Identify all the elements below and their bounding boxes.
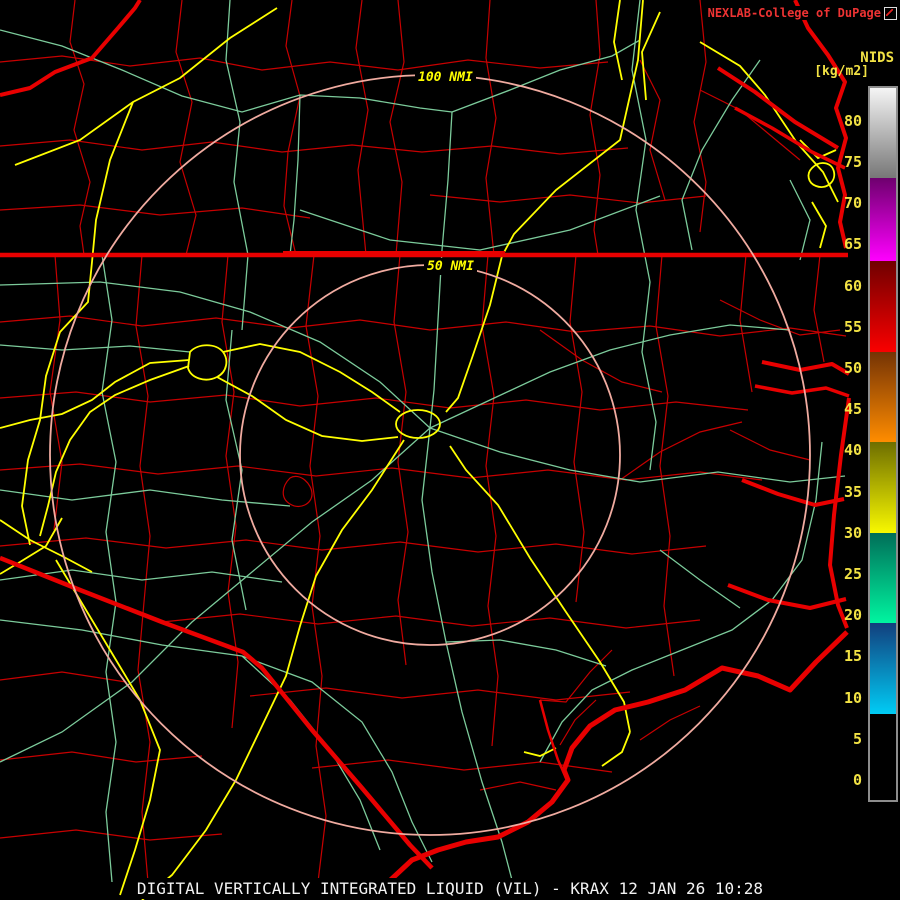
range-rings [49, 74, 811, 836]
range-ring-100nmi [49, 74, 811, 836]
colorbar-tick-15: 15 [843, 647, 862, 666]
colorbar-tick-10: 10 [843, 688, 862, 707]
colorbar [868, 86, 898, 802]
colorbar-tick-25: 25 [843, 565, 862, 583]
range-ring-label-100nmi: 100 NMI [415, 69, 476, 86]
state-borders [0, 251, 848, 870]
product-caption: DIGITAL VERTICALLY INTEGRATED LIQUID (VI… [132, 878, 768, 899]
range-ring-label-50nmi: 50 NMI [424, 258, 477, 275]
colorbar-tick-40: 40 [843, 441, 862, 460]
colorbar-tick-70: 70 [843, 194, 862, 213]
colorbar-tick-labels: 80 75 70 65 60 55 50 45 40 35 30 25 20 15 10 5 0 [836, 0, 866, 900]
rivers-coastline [0, 0, 851, 888]
colorbar-tick-60: 60 [843, 276, 862, 295]
county-boundaries [0, 0, 847, 883]
us-highways [0, 0, 846, 883]
colorbar-tick-20: 20 [843, 606, 862, 625]
colorbar-segment [870, 260, 896, 352]
colorbar-tick-0: 0 [852, 771, 862, 789]
colorbar-segment [870, 442, 896, 533]
colorbar-segment [870, 178, 896, 261]
interstate-highways [0, 0, 839, 900]
college-of-dupage-flag-icon [884, 6, 897, 20]
colorbar-segment [870, 623, 896, 715]
colorbar-tick-65: 65 [843, 235, 862, 254]
colorbar-segment [870, 532, 896, 624]
base-map [0, 0, 851, 900]
radar-display: 100 NMI 50 NMI NEXLAB-College of DuPage … [0, 0, 900, 900]
colorbar-segment [870, 351, 896, 443]
range-ring-50nmi [239, 264, 621, 646]
colorbar-tick-55: 55 [843, 317, 862, 336]
colorbar-tick-5: 5 [852, 729, 862, 748]
colorbar-tick-35: 35 [843, 482, 862, 501]
colorbar-segment [870, 88, 896, 179]
colorbar-tick-80: 80 [843, 111, 862, 130]
source-credit: NEXLAB-College of DuPage [707, 6, 897, 20]
colorbar-tick-75: 75 [843, 153, 862, 171]
colorbar-tick-50: 50 [843, 359, 862, 377]
colorbar-tick-30: 30 [843, 523, 862, 542]
colorbar-tick-45: 45 [843, 400, 862, 419]
